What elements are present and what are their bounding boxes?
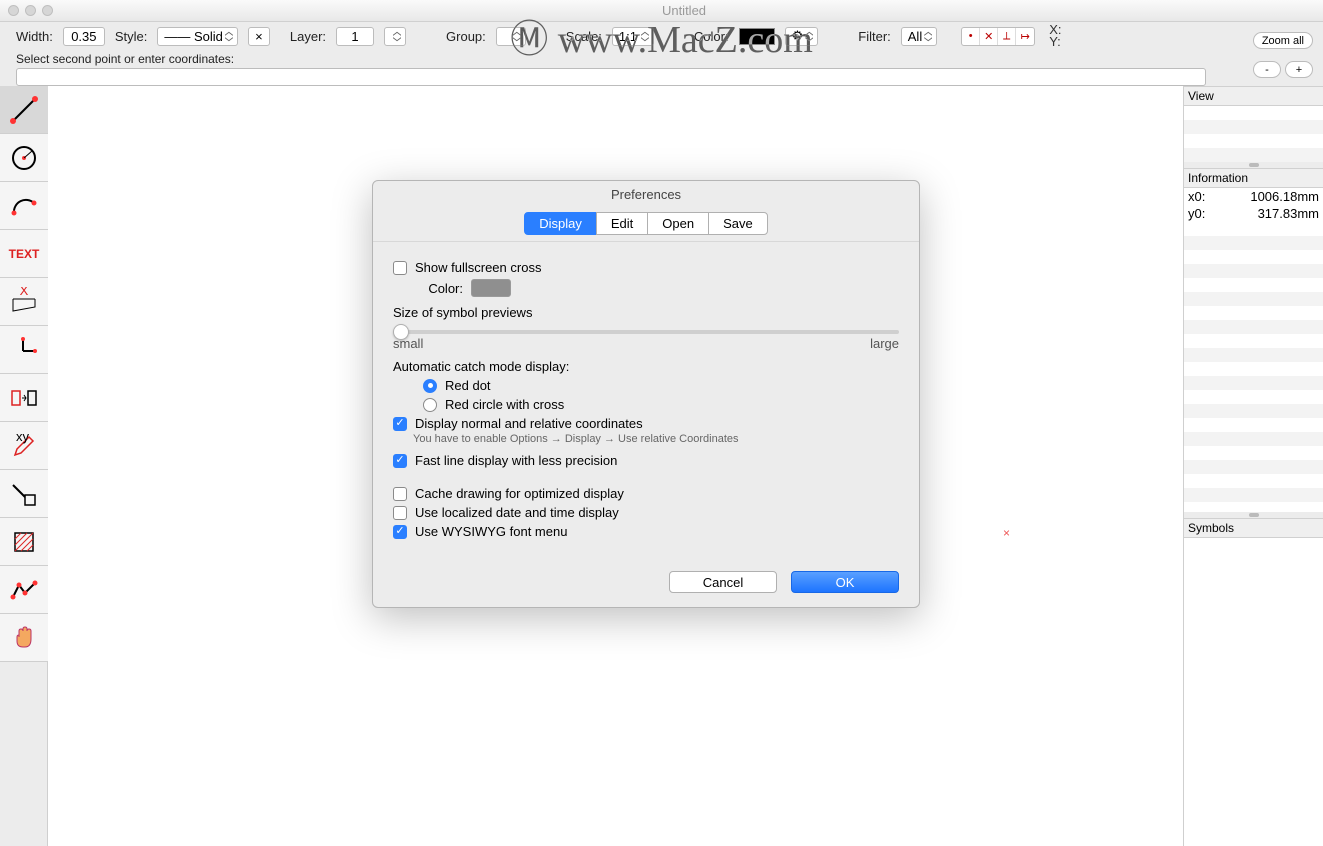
fast-line-checkbox[interactable] <box>393 454 407 468</box>
modal-backdrop: Preferences Display Edit Open Save Show … <box>0 0 1323 846</box>
size-preview-label: Size of symbol previews <box>393 305 899 320</box>
dialog-tabs: Display Edit Open Save <box>373 212 919 235</box>
red-dot-radio[interactable] <box>423 379 437 393</box>
cross-color-well[interactable] <box>471 279 511 297</box>
cache-drawing-label: Cache drawing for optimized display <box>415 486 624 501</box>
localized-date-checkbox[interactable] <box>393 506 407 520</box>
preview-size-slider[interactable] <box>393 330 899 334</box>
display-coords-note: You have to enable Options → Display → U… <box>413 433 899 445</box>
wysiwyg-label: Use WYSIWYG font menu <box>415 524 567 539</box>
tab-edit[interactable]: Edit <box>596 212 648 235</box>
slider-handle[interactable] <box>393 324 409 340</box>
auto-catch-label: Automatic catch mode display: <box>393 359 899 374</box>
tab-open[interactable]: Open <box>647 212 709 235</box>
tab-display[interactable]: Display <box>524 212 597 235</box>
show-fullscreen-checkbox[interactable] <box>393 261 407 275</box>
localized-date-label: Use localized date and time display <box>415 505 619 520</box>
red-circle-label: Red circle with cross <box>445 397 564 412</box>
preferences-dialog: Preferences Display Edit Open Save Show … <box>372 180 920 608</box>
slider-large-label: large <box>870 336 899 351</box>
wysiwyg-checkbox[interactable] <box>393 525 407 539</box>
dialog-title: Preferences <box>373 181 919 212</box>
display-coords-label: Display normal and relative coordinates <box>415 416 643 431</box>
display-coords-checkbox[interactable] <box>393 417 407 431</box>
fast-line-label: Fast line display with less precision <box>415 453 617 468</box>
cross-color-label: Color: <box>423 281 463 296</box>
show-fullscreen-label: Show fullscreen cross <box>415 260 541 275</box>
tab-save[interactable]: Save <box>708 212 768 235</box>
ok-button[interactable]: OK <box>791 571 899 593</box>
cache-drawing-checkbox[interactable] <box>393 487 407 501</box>
red-circle-radio[interactable] <box>423 398 437 412</box>
red-dot-label: Red dot <box>445 378 491 393</box>
cancel-button[interactable]: Cancel <box>669 571 777 593</box>
